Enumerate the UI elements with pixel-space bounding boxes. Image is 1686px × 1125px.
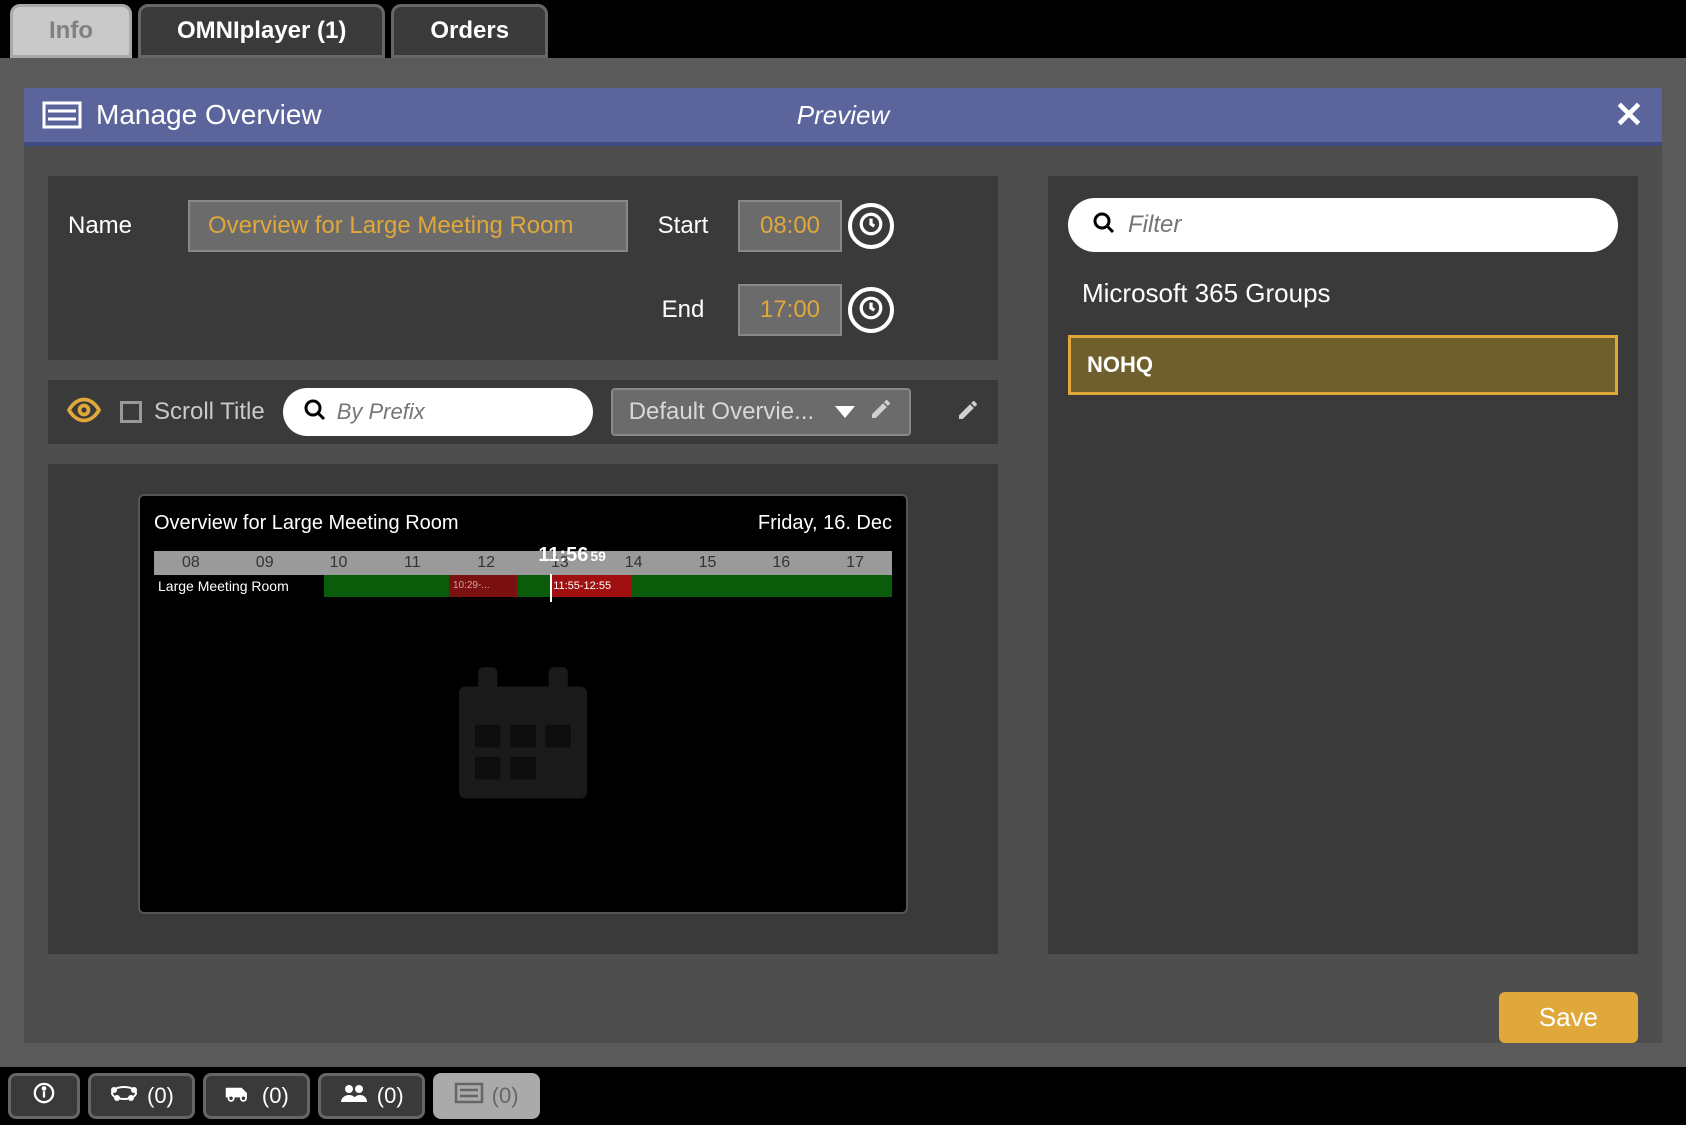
chevron-down-icon xyxy=(835,406,855,418)
group-heading: Microsoft 365 Groups xyxy=(1068,272,1618,315)
preview-date: Friday, 16. Dec xyxy=(758,512,892,535)
people-count-button[interactable]: (0) xyxy=(318,1073,425,1119)
now-time-marker: 11:5659 xyxy=(538,544,606,567)
count-label: (0) xyxy=(492,1083,519,1109)
save-button[interactable]: Save xyxy=(1499,992,1638,1043)
modal-header: Manage Overview Preview ✕ xyxy=(24,88,1662,146)
time-tick: 08 xyxy=(154,551,228,575)
room-timeline: 10:29-... 11:55-12:55 xyxy=(324,575,892,597)
left-column: Name Start End xyxy=(48,176,998,954)
tab-omniplayer[interactable]: OMNIplayer (1) xyxy=(138,4,385,58)
edit-preview-button[interactable] xyxy=(956,398,980,427)
tab-orders[interactable]: Orders xyxy=(391,4,548,58)
clock-icon xyxy=(858,211,884,242)
prefix-search-input[interactable] xyxy=(337,399,573,425)
time-tick: 11 xyxy=(375,551,449,575)
preview-area: Overview for Large Meeting Room Friday, … xyxy=(48,464,998,954)
start-time-picker-button[interactable] xyxy=(848,203,894,249)
scroll-title-checkbox[interactable]: Scroll Title xyxy=(120,398,265,426)
save-row: Save xyxy=(24,978,1662,1043)
name-input[interactable] xyxy=(188,200,628,252)
time-tick: 12 xyxy=(449,551,523,575)
start-label: Start xyxy=(628,212,738,240)
close-button[interactable]: ✕ xyxy=(1614,94,1644,136)
people-icon xyxy=(339,1082,369,1110)
time-tick: 14 xyxy=(597,551,671,575)
booking-block: 11:55-12:55 xyxy=(551,575,631,597)
van-count-button[interactable]: (0) xyxy=(203,1073,310,1119)
start-time-input[interactable] xyxy=(738,200,842,252)
clock-icon xyxy=(858,295,884,326)
top-tab-bar: Info OMNIplayer (1) Orders xyxy=(0,0,1686,58)
count-label: (0) xyxy=(262,1083,289,1109)
end-time-input[interactable] xyxy=(738,284,842,336)
time-tick: 09 xyxy=(228,551,302,575)
layout-dropdown-value: Default Overvie... xyxy=(629,398,814,426)
workspace: Manage Overview Preview ✕ Name Start End xyxy=(0,58,1686,1067)
count-label: (0) xyxy=(147,1083,174,1109)
time-tick: 10 xyxy=(302,551,376,575)
list-icon xyxy=(42,101,82,129)
tab-info[interactable]: Info xyxy=(10,4,132,58)
calendar-icon xyxy=(443,655,603,820)
van-icon xyxy=(224,1082,254,1110)
time-tick: 17 xyxy=(818,551,892,575)
filter-search[interactable] xyxy=(1068,198,1618,252)
bottom-bar: (0) (0) (0) (0) xyxy=(0,1067,1686,1125)
end-label: End xyxy=(628,296,738,324)
pencil-icon[interactable] xyxy=(869,397,893,428)
prefix-search[interactable] xyxy=(283,388,593,436)
form-panel: Name Start End xyxy=(48,176,998,360)
modal-preview-label: Preview xyxy=(797,100,889,131)
now-line xyxy=(550,574,552,602)
modal-title: Manage Overview xyxy=(96,99,322,131)
group-item-nohq[interactable]: NOHQ xyxy=(1068,335,1618,395)
filter-input[interactable] xyxy=(1128,211,1594,239)
info-icon xyxy=(29,1082,59,1110)
info-button[interactable] xyxy=(8,1073,80,1119)
time-scale: 08 09 10 11 12 13 14 15 16 17 xyxy=(154,551,892,575)
end-time-picker-button[interactable] xyxy=(848,287,894,333)
ring-count-button[interactable]: (0) xyxy=(88,1073,195,1119)
eye-icon[interactable] xyxy=(66,392,102,433)
booking-block: 10:29-... xyxy=(449,575,517,597)
toolbar-row: Scroll Title Default Overvie... xyxy=(48,380,998,444)
scroll-title-label: Scroll Title xyxy=(154,398,265,426)
list-count-button[interactable]: (0) xyxy=(433,1073,540,1119)
room-row: Large Meeting Room 10:29-... 11:55-12:55 xyxy=(154,575,892,597)
count-label: (0) xyxy=(377,1083,404,1109)
time-tick: 15 xyxy=(671,551,745,575)
room-name: Large Meeting Room xyxy=(154,575,324,597)
time-tick: 16 xyxy=(744,551,818,575)
ring-icon xyxy=(109,1082,139,1110)
layout-dropdown[interactable]: Default Overvie... xyxy=(611,388,911,436)
preview-box: Overview for Large Meeting Room Friday, … xyxy=(138,494,908,914)
search-icon xyxy=(1092,211,1116,240)
modal-body: Name Start End xyxy=(24,146,1662,978)
search-icon xyxy=(303,398,327,427)
list-icon xyxy=(454,1082,484,1110)
preview-title: Overview for Large Meeting Room xyxy=(154,512,459,535)
name-label: Name xyxy=(68,212,188,240)
right-column: Microsoft 365 Groups NOHQ xyxy=(1048,176,1638,954)
checkbox-icon xyxy=(120,401,142,423)
